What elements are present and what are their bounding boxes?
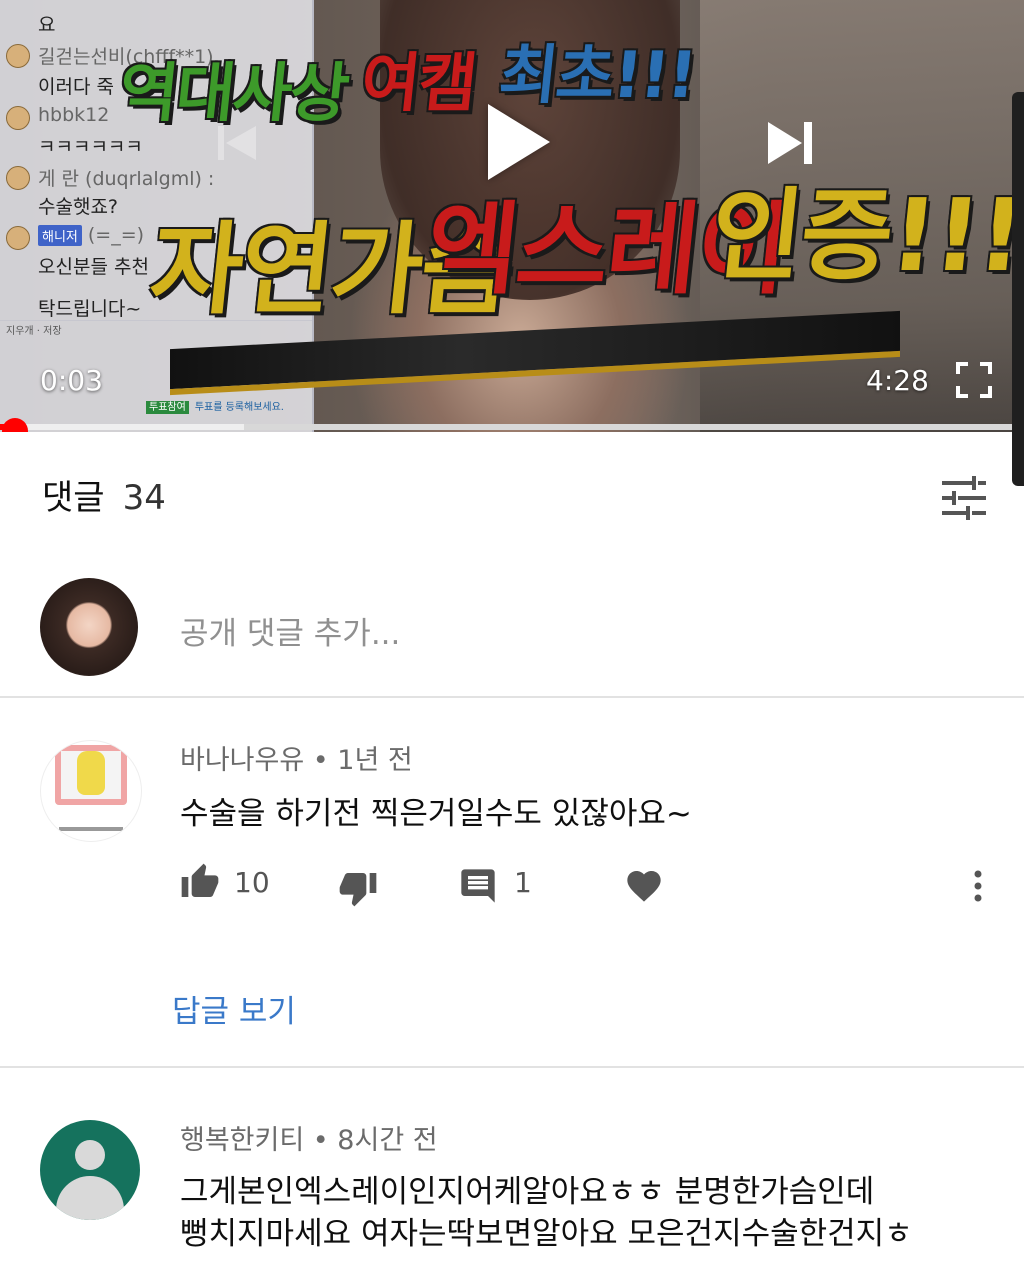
chat-username: hbbk12 [38,104,109,126]
divider [0,696,1024,698]
chat-avatar-icon [6,44,30,68]
comment-author[interactable]: 바나나우유 [180,745,304,776]
divider [0,1066,1024,1068]
thumb-up-icon [181,863,219,897]
chat-text: 요 [38,14,56,36]
chat-username: 해니저 (=_=) [38,224,144,246]
view-replies-link[interactable]: 답글 보기 [172,986,296,1031]
add-comment-input[interactable]: 공개 댓글 추가... [180,608,400,653]
comment-time: 1년 전 [337,745,413,776]
thumb-down-icon [339,873,377,907]
avatar-caption [59,827,123,831]
like-button[interactable] [180,862,220,902]
chat-message: 이러다 죽 [38,72,114,99]
play-icon[interactable] [488,104,550,180]
dislike-button[interactable] [338,868,378,908]
banana-milk-icon [77,751,105,795]
avatar-head [75,1140,105,1170]
comment-text: 수술을 하기전 찍은거일수도 있잖아요~ [180,796,692,832]
seek-bar[interactable] [0,424,1024,430]
chat-badge: 해니저 [38,225,82,246]
heart-icon [627,871,661,902]
commenter-avatar[interactable] [40,740,142,842]
comment-icon [461,869,495,903]
comments-label: 댓글 [42,478,105,518]
comment-actions: 10 1 [180,862,1000,910]
chat-message: 요 [38,10,55,37]
default-avatar-icon[interactable] [40,1120,140,1220]
chat-message: 수술햇죠? [38,192,118,219]
chat-vote-badge: 투표참여 [146,401,189,414]
chat-text: 탁드립니다~ [38,298,142,320]
chat-vote: 투표참여 투표를 등록해보세요. [146,398,284,414]
next-icon[interactable] [766,120,816,166]
more-options-button[interactable] [966,866,990,906]
chat-vote-text: 투표를 등록해보세요. [194,402,284,413]
comment-author[interactable]: 행복한키티 [180,1125,304,1156]
comment-text-line: 그게본인엑스레이인지어케알아요ㅎㅎ 분명한가슴인데 [180,1174,875,1210]
comment-meta: 행복한키티 • 8시간 전 [180,1125,438,1156]
sort-icon[interactable] [940,476,988,520]
chat-text: 수술햇죠? [38,196,119,218]
comment-time: 8시간 전 [337,1125,438,1156]
overlay-title-word: 역대사상 [115,57,351,131]
avatar-body [56,1176,124,1220]
comment-text-line: 뻥치지마세요 여자는딱보면알아요 모은건지수술한건지ㅎ [180,1216,913,1252]
chat-username: 게 란 (duqrlalgml) : [38,164,214,191]
overlay-title-word: 여캠 [357,47,480,121]
chat-text: 이러다 죽 [38,76,114,98]
overlay-title-word: 인증!!! [704,177,1024,294]
chat-text: (=_=) [87,224,145,246]
chat-text: 오신분들 추천 [38,256,149,278]
chat-avatar-icon [6,226,30,250]
chat-text: 게 란 (duqrlalgml) : [38,168,215,190]
chat-message: 오신분들 추천 [38,252,149,279]
current-time: 0:03 [40,364,103,397]
chat-text: hbbk12 [38,104,110,126]
fullscreen-icon[interactable] [956,362,992,398]
reply-button[interactable] [458,866,498,906]
duration: 4:28 [866,364,929,397]
comment-meta: 바나나우유 • 1년 전 [180,745,413,776]
chat-message: 탁드립니다~ [38,294,141,321]
heart-button[interactable] [624,866,664,906]
buffer-bar [0,424,244,430]
previous-icon[interactable] [216,122,258,164]
comments-header: 댓글 34 [42,470,166,519]
avatar[interactable] [40,578,138,676]
overlay-title-word: 최초!!! [495,39,699,113]
chat-text: ㅋㅋㅋㅋㅋㅋ [38,136,143,158]
chat-avatar-icon [6,166,30,190]
comments-count: 34 [122,478,166,518]
more-vert-icon [974,870,982,902]
chat-avatar-icon [6,106,30,130]
reply-count: 1 [514,866,532,899]
chat-message: ㅋㅋㅋㅋㅋㅋ [38,132,143,159]
side-edge-handle[interactable] [1012,92,1024,486]
like-count: 10 [234,866,270,899]
video-player[interactable]: 요 길걷는선비(chfff**1) 이러다 죽 hbbk12 ㅋㅋㅋㅋㅋㅋ 게 란 (du… [0,0,1024,432]
